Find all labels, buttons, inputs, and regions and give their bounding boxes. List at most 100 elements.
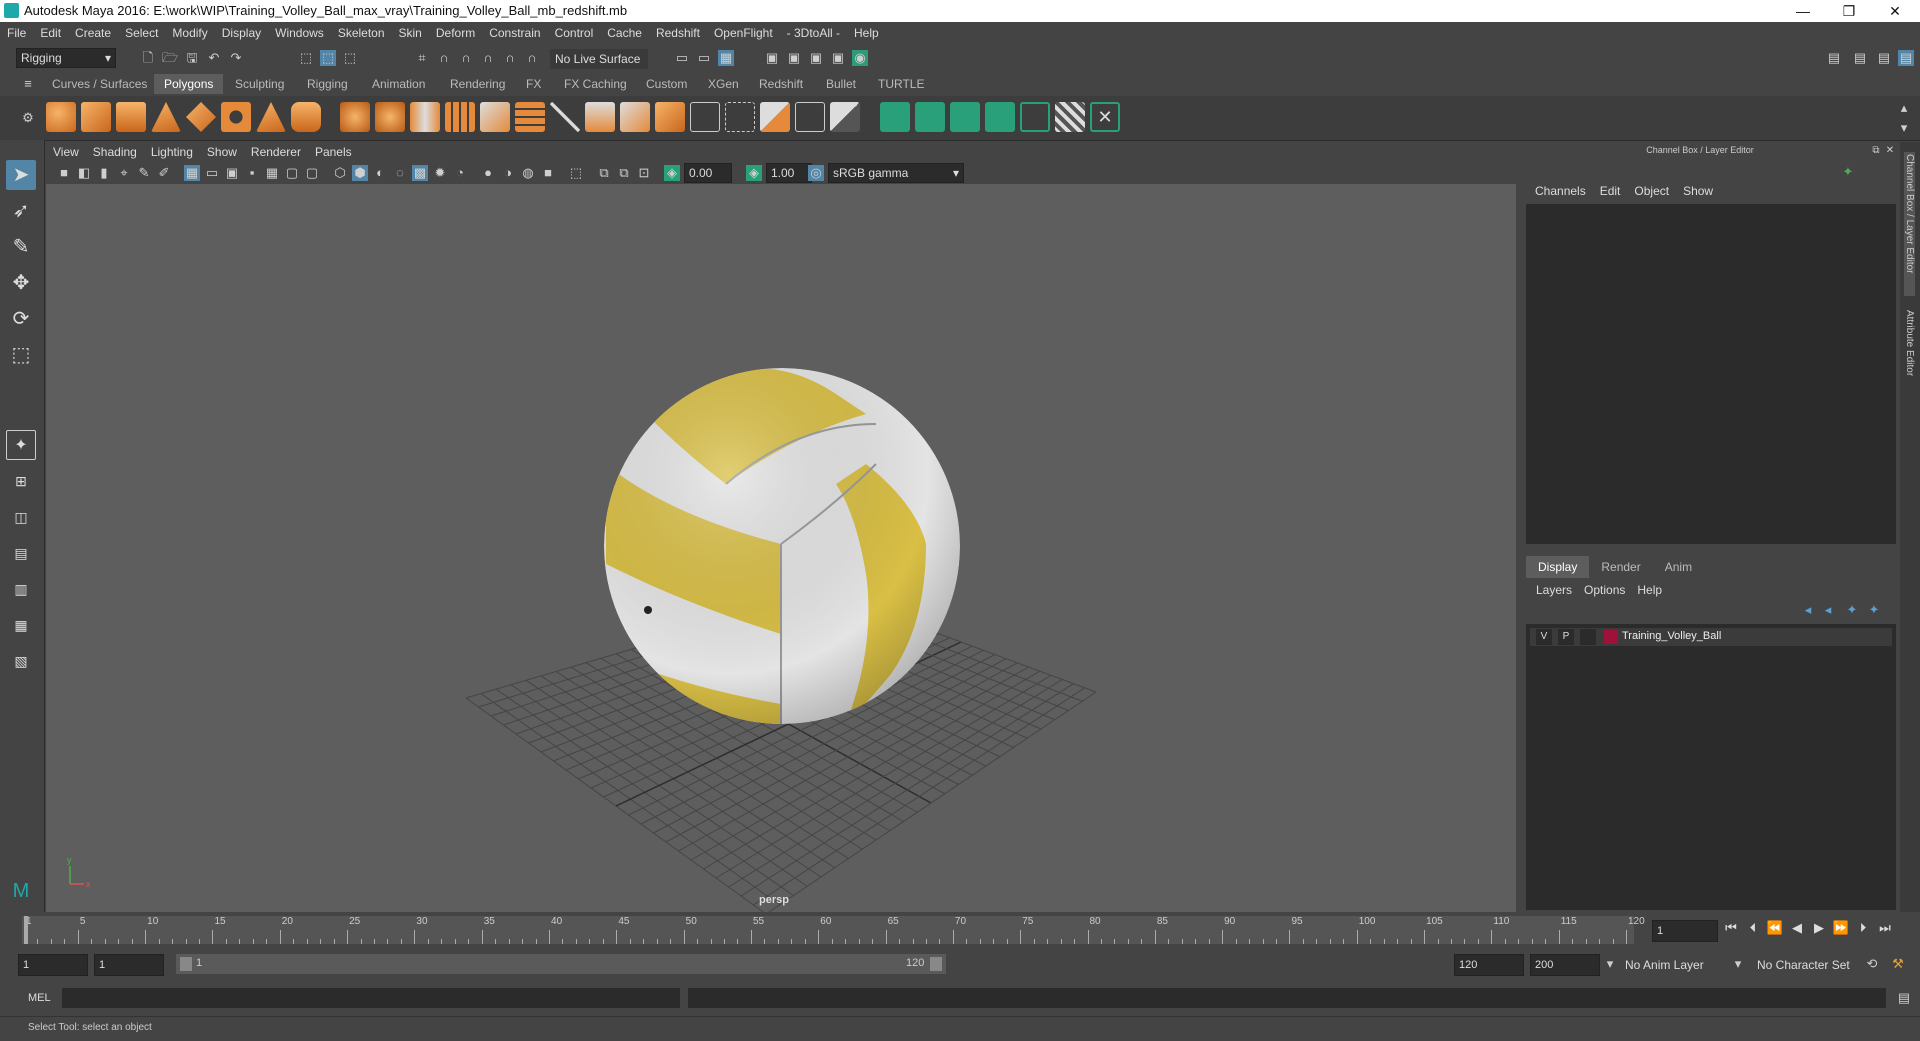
uv-editor-icon[interactable]: [830, 102, 860, 132]
select-component-icon[interactable]: ⬚: [342, 50, 358, 66]
go-to-end-icon[interactable]: ⏭: [1874, 920, 1896, 936]
save-scene-icon[interactable]: 🖫: [184, 50, 200, 66]
panel-menu-show[interactable]: Show: [200, 142, 244, 162]
smooth-icon[interactable]: [445, 102, 475, 132]
shadows-icon[interactable]: ◔: [452, 165, 468, 181]
bevel-icon[interactable]: [620, 102, 650, 132]
xray-joints-icon[interactable]: ⧉: [596, 165, 612, 181]
time-slider-ticks[interactable]: 1 5 10 15 20 25 30 35 40 45 50 55 60 65 70 75 80 85 90 95 10…: [22, 916, 1645, 944]
menu-openflight[interactable]: OpenFlight: [707, 22, 780, 44]
output-ops-icon[interactable]: ▭: [696, 50, 712, 66]
tab-anim[interactable]: Anim: [1653, 556, 1704, 578]
playback-start-field[interactable]: 1: [94, 954, 164, 976]
panel-menu-shading[interactable]: Shading: [86, 142, 144, 162]
command-language-label[interactable]: MEL: [28, 992, 51, 1004]
animation-preferences-icon[interactable]: ⚒: [1890, 956, 1906, 972]
current-time-indicator[interactable]: [24, 916, 28, 944]
menu-create[interactable]: Create: [68, 22, 118, 44]
shelf-tab-redshift[interactable]: Redshift: [749, 74, 813, 94]
layer-row[interactable]: V P Training_Volley_Ball: [1530, 628, 1892, 646]
shelf-tab-rendering[interactable]: Rendering: [440, 74, 515, 94]
menu-skin[interactable]: Skin: [392, 22, 429, 44]
shelf-tab-polygons[interactable]: Polygons: [154, 74, 224, 94]
smooth-shade-icon[interactable]: ⬢: [352, 165, 368, 181]
menu-cache[interactable]: Cache: [600, 22, 649, 44]
checker-icon[interactable]: [1055, 102, 1085, 132]
camera-attributes-icon[interactable]: ◧: [76, 165, 92, 181]
move-tool-icon[interactable]: ✥: [6, 268, 36, 298]
shelf-tab-animation[interactable]: Animation: [362, 74, 435, 94]
redshift-light-icon[interactable]: [950, 102, 980, 132]
custom-layout-icon[interactable]: ▧: [6, 646, 36, 676]
select-tool-icon[interactable]: ➤: [6, 160, 36, 190]
perspective-viewport[interactable]: y x persp: [46, 184, 1516, 912]
playback-end-field[interactable]: 120: [1454, 954, 1524, 976]
combine-icon[interactable]: [340, 102, 370, 132]
anti-aliasing-icon[interactable]: ◍: [520, 165, 536, 181]
time-slider[interactable]: 1 5 10 15 20 25 30 35 40 45 50 55 60 65 70 75 80 85 90 95 10…: [0, 912, 1920, 946]
redshift-render-icon[interactable]: [880, 102, 910, 132]
channel-box-area[interactable]: [1526, 204, 1896, 544]
select-object-icon[interactable]: ⬚: [320, 50, 336, 66]
separate-icon[interactable]: [375, 102, 405, 132]
tool-settings-toggle-icon[interactable]: ▤: [1876, 50, 1892, 66]
single-perspective-layout-icon[interactable]: ✦: [6, 430, 36, 460]
exposure-field[interactable]: 0.00: [684, 163, 732, 183]
shelf-tab-custom[interactable]: Custom: [636, 74, 697, 94]
spherical-mapping-icon[interactable]: [795, 102, 825, 132]
shelf-options-icon[interactable]: ⚙: [20, 110, 36, 126]
extract-icon[interactable]: [410, 102, 440, 132]
poly-pyramid-icon[interactable]: [256, 102, 286, 132]
shelf-tab-fx[interactable]: FX: [516, 74, 551, 94]
panel-menu-view[interactable]: View: [46, 142, 86, 162]
layer-playback-toggle[interactable]: P: [1558, 629, 1574, 645]
side-tab-channel-box[interactable]: Channel Box / Layer Editor: [1904, 152, 1915, 296]
snap-point-icon[interactable]: ∩: [458, 50, 474, 66]
animation-end-field[interactable]: 200: [1530, 954, 1600, 976]
color-space-select[interactable]: sRGB gamma ▾: [828, 163, 964, 183]
snap-live-icon[interactable]: ∩: [524, 50, 540, 66]
poly-cylinder-icon[interactable]: [116, 102, 146, 132]
help-menu[interactable]: Help: [1631, 580, 1668, 600]
two-d-pan-icon[interactable]: ✐: [156, 165, 172, 181]
screen-space-ao-icon[interactable]: ●: [480, 165, 496, 181]
safe-action-icon[interactable]: ▢: [284, 165, 300, 181]
layers-menu[interactable]: Layers: [1530, 580, 1578, 600]
snap-curve-icon[interactable]: ∩: [436, 50, 452, 66]
menu-constrain[interactable]: Constrain: [482, 22, 547, 44]
tab-display[interactable]: Display: [1526, 556, 1590, 578]
move-layer-down-icon[interactable]: ◂: [1820, 602, 1836, 618]
shelf-scroll-down-icon[interactable]: ▾: [1896, 120, 1912, 136]
backface-culling-icon[interactable]: ⊡: [636, 165, 652, 181]
animation-start-field[interactable]: 1: [18, 954, 88, 976]
mode-selector[interactable]: Rigging ▾: [16, 48, 116, 68]
volleyball-model[interactable]: [586, 368, 960, 744]
command-input[interactable]: [62, 988, 680, 1008]
textured-icon[interactable]: ▩: [412, 165, 428, 181]
redshift-ipr-icon[interactable]: [915, 102, 945, 132]
shelf-tab-fx-caching[interactable]: FX Caching: [554, 74, 637, 94]
step-forward-frame-icon[interactable]: ⏵: [1852, 920, 1874, 936]
menu-file[interactable]: File: [0, 22, 33, 44]
fill-hole-icon[interactable]: [655, 102, 685, 132]
scale-tool-icon[interactable]: ⬚: [6, 340, 36, 370]
menu-modify[interactable]: Modify: [165, 22, 214, 44]
graph-layout-icon[interactable]: ▥: [6, 574, 36, 604]
redshift-proxy-icon[interactable]: [985, 102, 1015, 132]
construction-history-icon[interactable]: ▦: [718, 50, 734, 66]
poly-cube-icon[interactable]: [81, 102, 111, 132]
xray-icon[interactable]: ◌: [392, 165, 408, 181]
layer-color-swatch[interactable]: [1604, 630, 1618, 644]
image-plane-icon[interactable]: ⌖: [116, 165, 132, 181]
step-back-key-icon[interactable]: ⏪: [1764, 920, 1786, 936]
automatic-mapping-icon[interactable]: [725, 102, 755, 132]
xray-active-icon[interactable]: ⧉: [616, 165, 632, 181]
shelf-tab-turtle[interactable]: TURTLE: [868, 74, 934, 94]
shelf-tab-sculpting[interactable]: Sculpting: [225, 74, 294, 94]
shelf-tab-bullet[interactable]: Bullet: [816, 74, 866, 94]
move-layer-up-icon[interactable]: ◂: [1800, 602, 1816, 618]
shelf-tab-rigging[interactable]: Rigging: [297, 74, 358, 94]
restore-button[interactable]: ❐: [1826, 0, 1872, 22]
two-pane-layout-icon[interactable]: ◫: [6, 502, 36, 532]
field-chart-icon[interactable]: ▦: [264, 165, 280, 181]
